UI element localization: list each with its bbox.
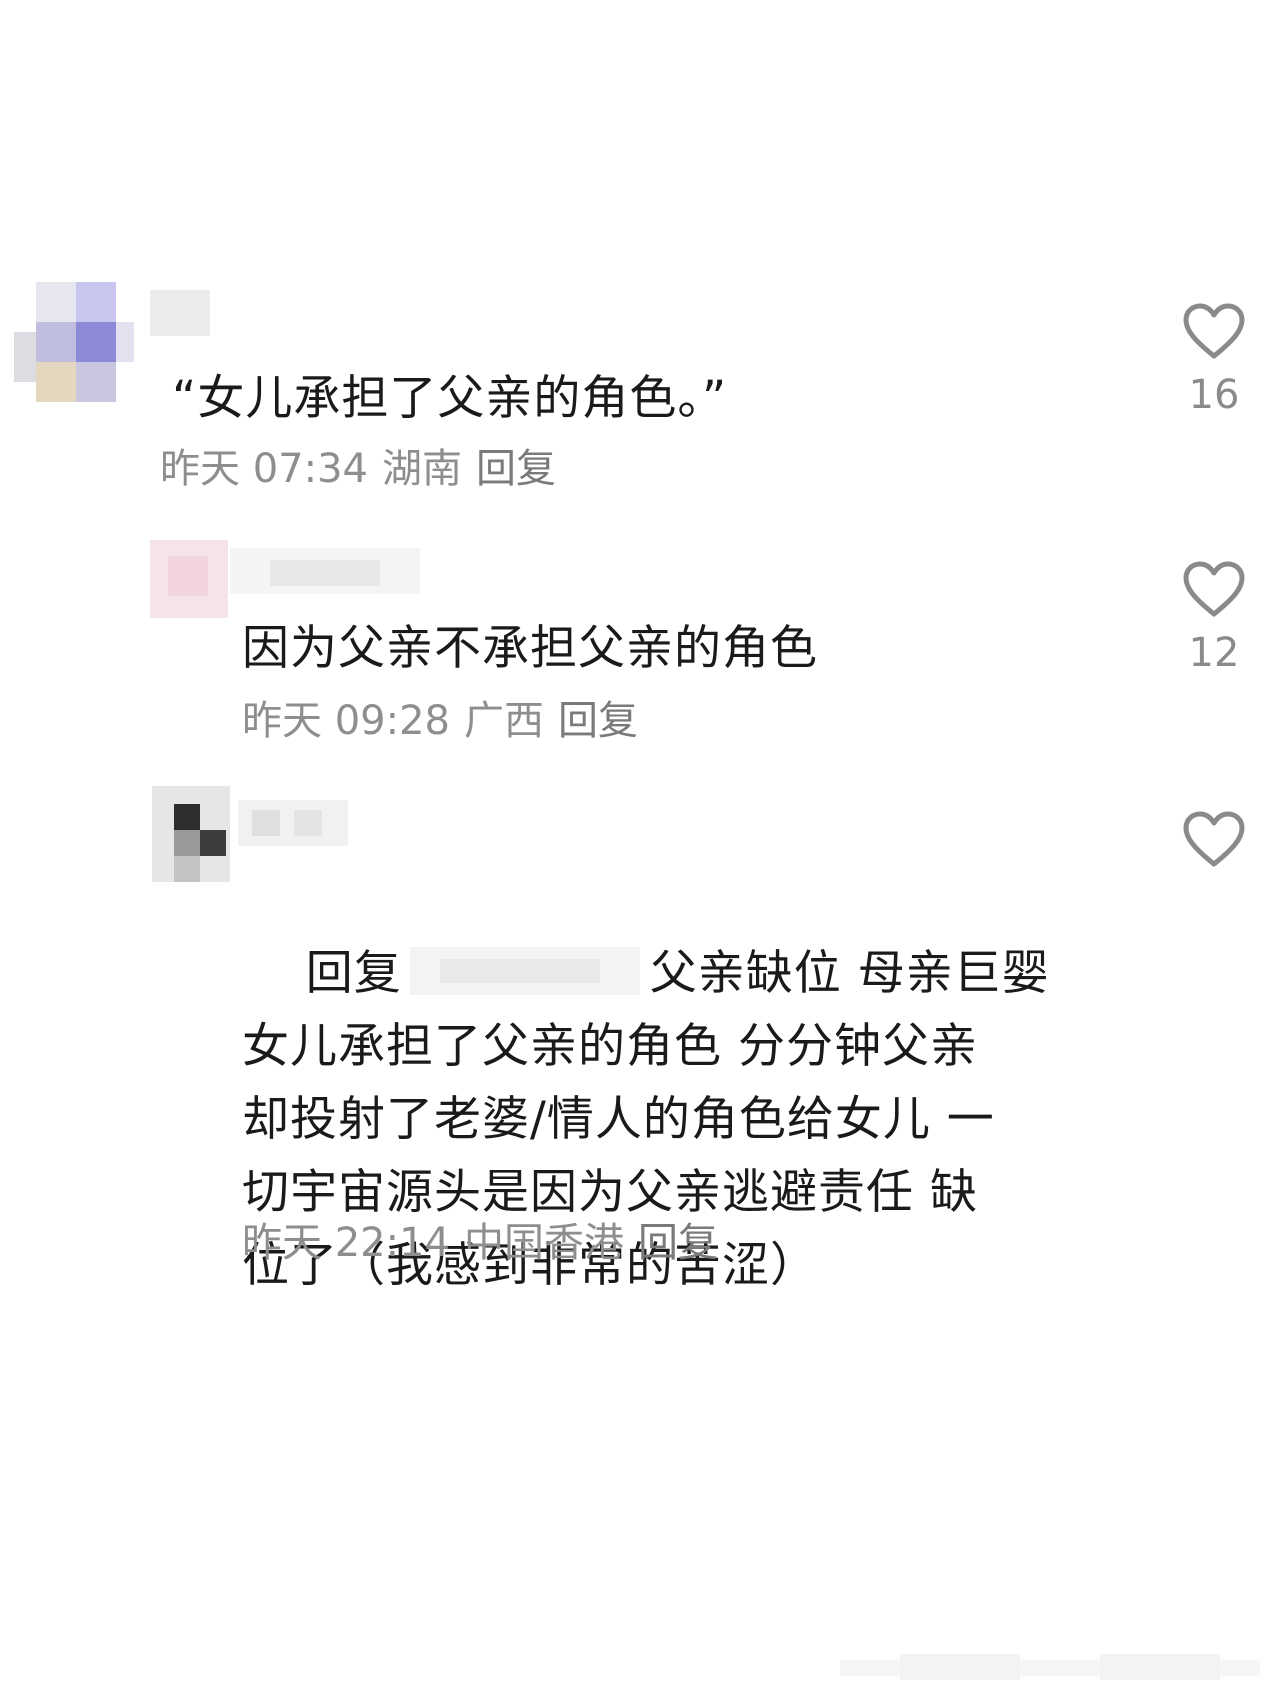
- location: 广西: [464, 698, 544, 744]
- mentioned-username[interactable]: [409, 946, 640, 995]
- timestamp: 昨天 07:34: [160, 446, 368, 492]
- reply-prefix: 回复: [305, 946, 402, 1001]
- like-button[interactable]: [1149, 810, 1279, 878]
- comment-text: “女儿承担了父亲的角色。”: [172, 371, 728, 426]
- timestamp: 昨天 22:14: [242, 1220, 450, 1266]
- heart-outline-icon: [1183, 811, 1245, 867]
- reply-button[interactable]: 回复: [476, 446, 556, 492]
- heart-outline-icon: [1183, 561, 1245, 617]
- username[interactable]: [150, 290, 210, 336]
- comment-meta: 昨天 22:14 中国香港 回复: [242, 1218, 732, 1268]
- heart-outline-icon: [1183, 303, 1245, 359]
- avatar[interactable]: [150, 540, 228, 618]
- username[interactable]: [238, 800, 348, 846]
- comment-text: 因为父亲不承担父亲的角色: [242, 621, 818, 676]
- avatar[interactable]: [14, 282, 134, 402]
- comment-meta: 昨天 07:34 湖南 回复: [160, 444, 570, 494]
- reply-button[interactable]: 回复: [638, 1220, 718, 1266]
- comment-text: 回复 父亲缺位 母亲巨婴 女儿承担了父亲的角色 分分钟父亲 却投射了老婆/情人的角色…: [242, 864, 1202, 1375]
- comment-text-first-line: 父亲缺位 母亲巨婴: [649, 946, 1050, 1001]
- like-button[interactable]: 16: [1149, 302, 1279, 420]
- location: 湖南: [382, 446, 462, 492]
- watermark: [840, 1650, 1260, 1684]
- like-count: 12: [1188, 630, 1240, 676]
- avatar[interactable]: [152, 786, 230, 882]
- like-count: 16: [1188, 372, 1240, 418]
- comment-meta: 昨天 09:28 广西 回复: [242, 696, 652, 746]
- like-button[interactable]: 12: [1149, 560, 1279, 678]
- username[interactable]: [230, 548, 420, 594]
- timestamp: 昨天 09:28: [242, 698, 450, 744]
- location: 中国香港: [464, 1220, 624, 1266]
- reply-button[interactable]: 回复: [558, 698, 638, 744]
